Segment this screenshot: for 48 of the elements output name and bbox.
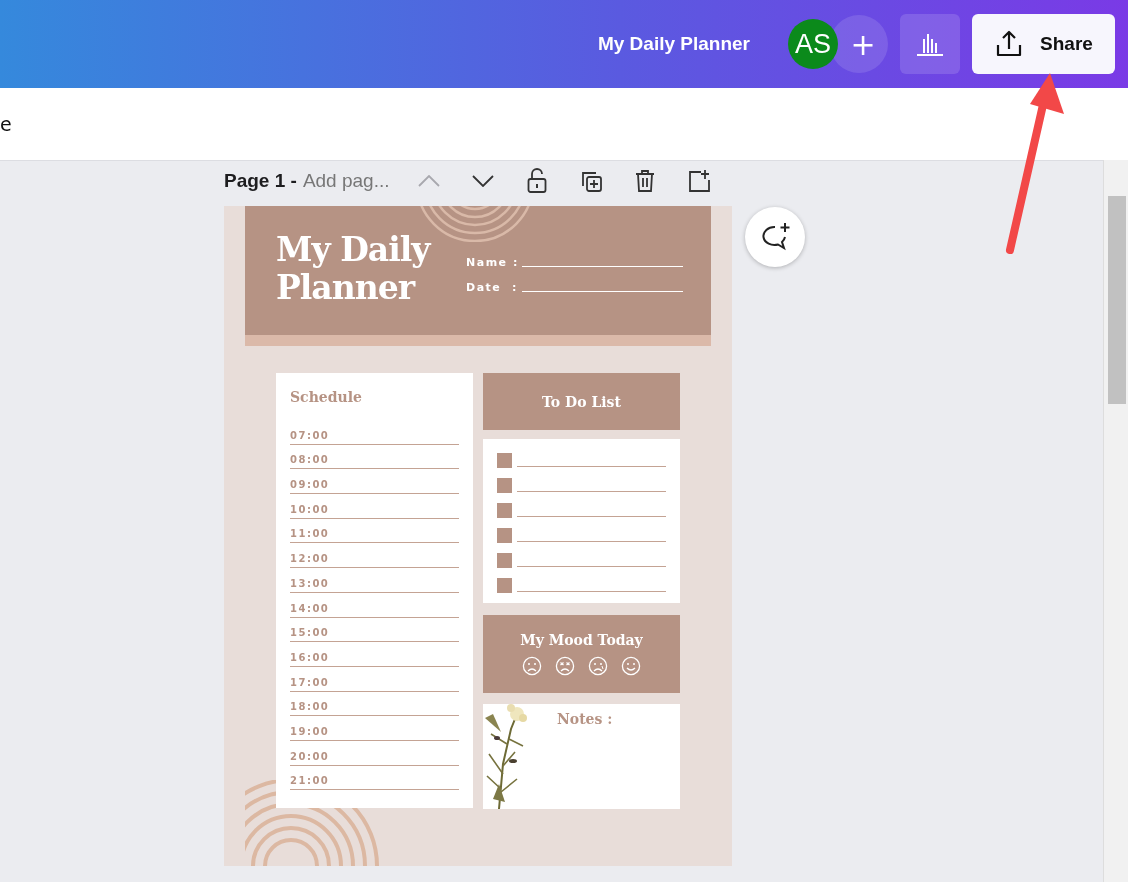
page-label: Page 1 - — [224, 170, 297, 192]
checkbox[interactable] — [497, 503, 512, 518]
time-label: 07:00 — [290, 429, 330, 441]
trash-icon — [634, 169, 655, 193]
sad-face-icon — [522, 656, 542, 676]
page-title-field[interactable]: Add pag... — [302, 170, 390, 192]
time-label: 09:00 — [290, 479, 330, 491]
checkbox[interactable] — [497, 553, 512, 568]
time-label: 14:00 — [290, 602, 330, 614]
document-title[interactable]: My Daily Planner — [597, 33, 750, 55]
time-label: 12:00 — [290, 553, 330, 565]
share-button[interactable]: Share — [972, 14, 1115, 74]
checkbox[interactable] — [497, 453, 512, 468]
schedule-heading: Schedule — [290, 389, 362, 405]
add-comment-button[interactable] — [745, 207, 805, 267]
checkbox[interactable] — [497, 528, 512, 543]
time-label: 17:00 — [290, 676, 330, 688]
toolbar-label: e — [0, 113, 12, 135]
angry-face-icon — [555, 656, 575, 676]
checkbox[interactable] — [497, 478, 512, 493]
worried-face-icon — [588, 656, 608, 676]
time-label: 19:00 — [290, 725, 330, 737]
planner-title: My Daily Planner — [276, 229, 430, 307]
time-label: 16:00 — [290, 651, 330, 663]
lock-icon — [526, 168, 547, 194]
comment-plus-icon — [759, 222, 791, 252]
notes-heading: Notes : — [557, 711, 613, 729]
time-label: 20:00 — [290, 750, 330, 762]
happy-face-icon — [621, 656, 641, 676]
add-page-icon — [686, 169, 711, 193]
mood-heading: My Mood Today — [520, 632, 643, 648]
field-label: Date : — [466, 280, 516, 294]
time-label: 15:00 — [290, 627, 330, 639]
bar-chart-icon — [915, 31, 945, 57]
time-label: 08:00 — [290, 454, 330, 466]
field-label: Name : — [466, 255, 516, 269]
time-label: 13:00 — [290, 577, 330, 589]
checkbox[interactable] — [497, 578, 512, 593]
todo-heading: To Do List — [483, 373, 680, 430]
time-label: 11:00 — [290, 528, 330, 540]
time-label: 21:00 — [290, 775, 330, 787]
insights-button[interactable] — [900, 14, 960, 74]
chevron-up-icon — [417, 175, 440, 187]
user-avatar[interactable]: AS — [788, 19, 838, 69]
chevron-down-icon — [471, 175, 494, 187]
time-label: 18:00 — [290, 701, 330, 713]
scrollbar[interactable] — [1103, 160, 1128, 882]
time-label: 10:00 — [290, 503, 330, 515]
